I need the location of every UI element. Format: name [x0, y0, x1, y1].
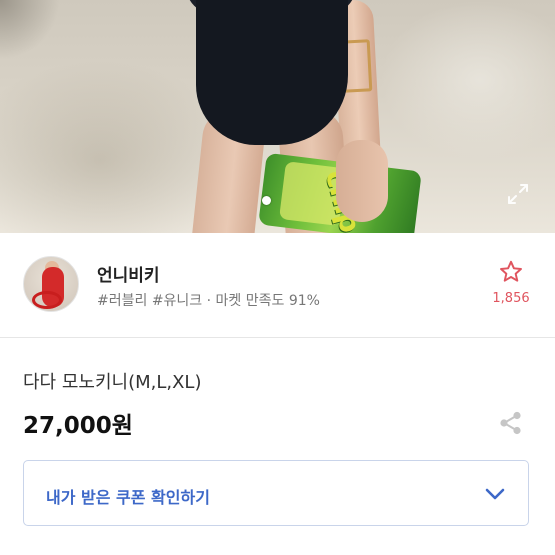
favorite-button[interactable]: 1,856: [490, 259, 532, 306]
photo-model-hand: [336, 140, 388, 222]
coupon-label: 내가 받은 쿠폰 확인하기: [46, 488, 210, 507]
pagination-dot[interactable]: [262, 196, 271, 205]
avatar-float-ring: [32, 291, 62, 309]
coupon-check-button[interactable]: 내가 받은 쿠폰 확인하기: [23, 460, 529, 526]
favorite-count: 1,856: [492, 291, 530, 306]
photo-sand-highlight: [380, 0, 555, 160]
share-icon[interactable]: [498, 410, 524, 436]
star-outline-icon: [490, 259, 532, 285]
product-photo[interactable]: chip: [0, 0, 555, 233]
seller-section[interactable]: 언니비키 #러블리 #유니크 · 마켓 만족도 91% 1,856: [0, 234, 555, 338]
expand-arrows-icon[interactable]: [503, 179, 533, 209]
chevron-down-icon: [484, 483, 506, 505]
photo-swimsuit: [196, 0, 348, 145]
seller-name[interactable]: 언니비키: [97, 261, 160, 286]
photo-corner-shadow: [0, 0, 60, 60]
product-name: 다다 모노키니(M,L,XL): [23, 372, 202, 393]
product-price: 27,000원: [23, 413, 133, 439]
seller-tags: #러블리 #유니크 · 마켓 만족도 91%: [97, 293, 320, 309]
seller-avatar[interactable]: [23, 256, 79, 312]
